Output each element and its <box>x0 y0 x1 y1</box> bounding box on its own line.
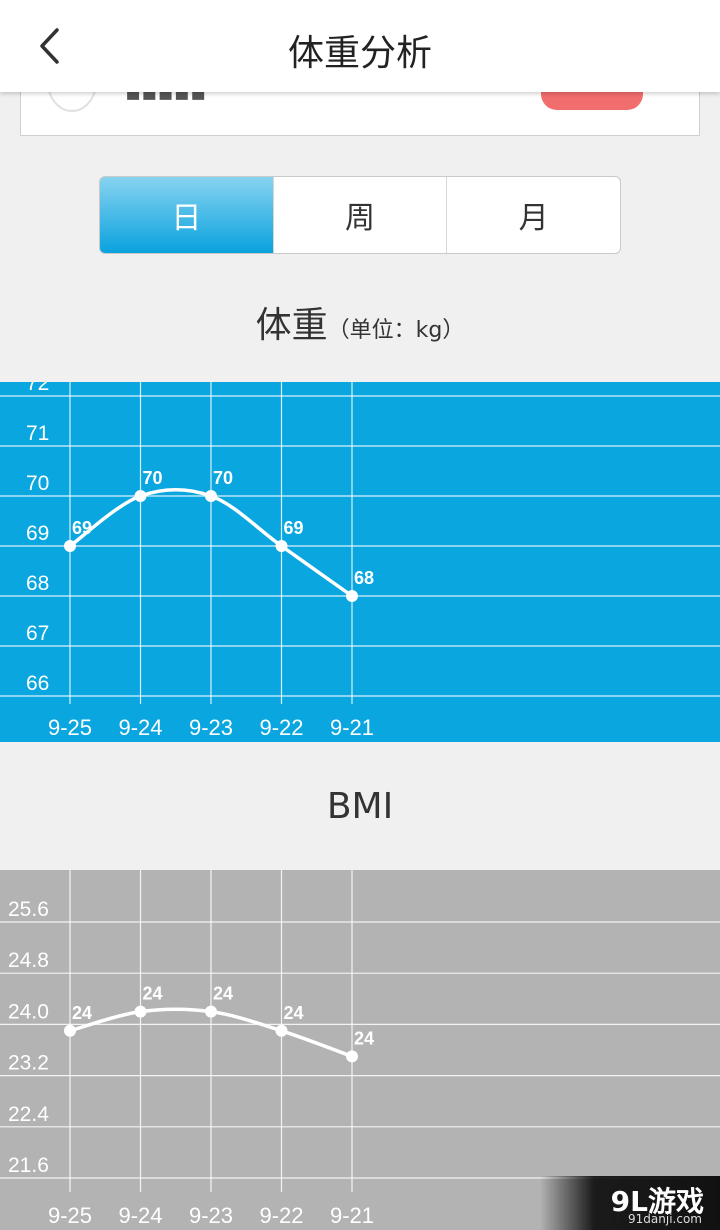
record-card: ▪▪▪▪▪ <box>20 92 700 136</box>
y-tick-label: 23.2 <box>8 1052 49 1075</box>
data-label: 69 <box>72 518 92 538</box>
weight-chart-title: 体重（单位：kg） <box>0 296 720 348</box>
data-point <box>134 1005 147 1018</box>
page-title: 体重分析 <box>287 33 432 74</box>
card-action-button[interactable] <box>541 92 643 110</box>
data-point <box>346 1050 358 1063</box>
x-tick-label: 9-23 <box>189 1203 233 1228</box>
data-label: 70 <box>142 468 162 488</box>
data-label: 24 <box>283 1003 303 1023</box>
data-label: 70 <box>213 468 233 488</box>
y-tick-label: 68 <box>26 572 49 595</box>
data-label: 24 <box>213 984 233 1004</box>
y-tick-label: 21.6 <box>8 1154 49 1177</box>
x-tick-label: 9-23 <box>189 715 233 740</box>
data-point <box>134 490 147 502</box>
watermark-url: 91danji.com <box>628 1212 702 1226</box>
tab-month[interactable]: 月 <box>447 177 620 253</box>
x-tick-label: 9-22 <box>259 715 303 740</box>
data-label: 69 <box>283 518 303 538</box>
x-tick-label: 9-24 <box>118 715 162 740</box>
y-tick-label: 24.8 <box>8 949 49 972</box>
bmi-chart-title: BMI <box>0 786 720 827</box>
x-tick-label: 9-25 <box>48 715 92 740</box>
bmi-title-text: BMI <box>326 786 394 827</box>
weight-title-main: 体重 <box>255 305 328 346</box>
y-tick-label: 25.6 <box>8 898 49 921</box>
data-point <box>275 540 288 552</box>
data-point <box>205 1005 217 1018</box>
period-segmented-control: 日 周 月 <box>99 176 621 254</box>
card-text: ▪▪▪▪▪ <box>125 92 207 106</box>
weight-chart-svg: 66 67 68 69 70 71 72 9-25 9-24 9-23 9-22 9-21 69 70 70… <box>0 382 720 740</box>
tab-day[interactable]: 日 <box>100 177 274 253</box>
y-tick-label: 71 <box>26 422 49 445</box>
x-tick-label: 9-22 <box>259 1203 303 1228</box>
data-point <box>64 540 76 552</box>
tab-week[interactable]: 周 <box>274 177 448 253</box>
x-tick-label: 9-21 <box>330 715 374 740</box>
y-tick-label: 69 <box>26 522 49 545</box>
weight-chart: 66 67 68 69 70 71 72 9-25 9-24 9-23 9-22 9-21 69 70 70… <box>0 382 720 742</box>
app-header: 体重分析 <box>0 0 720 92</box>
y-tick-label: 72 <box>26 382 49 395</box>
weight-title-unit: （单位：kg） <box>327 318 465 343</box>
y-tick-label: 66 <box>26 672 49 695</box>
y-tick-label: 70 <box>26 472 49 495</box>
card-avatar <box>47 92 97 112</box>
y-tick-label: 22.4 <box>8 1103 49 1126</box>
watermark: 9L游戏 91danji.com <box>540 1176 720 1230</box>
data-label: 24 <box>142 984 162 1004</box>
data-point <box>275 1024 288 1037</box>
y-tick-label: 24.0 <box>8 1000 49 1023</box>
x-tick-label: 9-25 <box>48 1203 92 1228</box>
y-tick-label: 67 <box>26 622 49 645</box>
data-label: 68 <box>354 568 374 588</box>
x-tick-label: 9-21 <box>330 1203 374 1228</box>
x-tick-label: 9-24 <box>118 1203 162 1228</box>
data-label: 24 <box>72 1003 92 1023</box>
data-point <box>346 590 358 602</box>
data-point <box>205 490 217 502</box>
data-point <box>64 1024 76 1037</box>
data-label: 24 <box>354 1028 374 1048</box>
